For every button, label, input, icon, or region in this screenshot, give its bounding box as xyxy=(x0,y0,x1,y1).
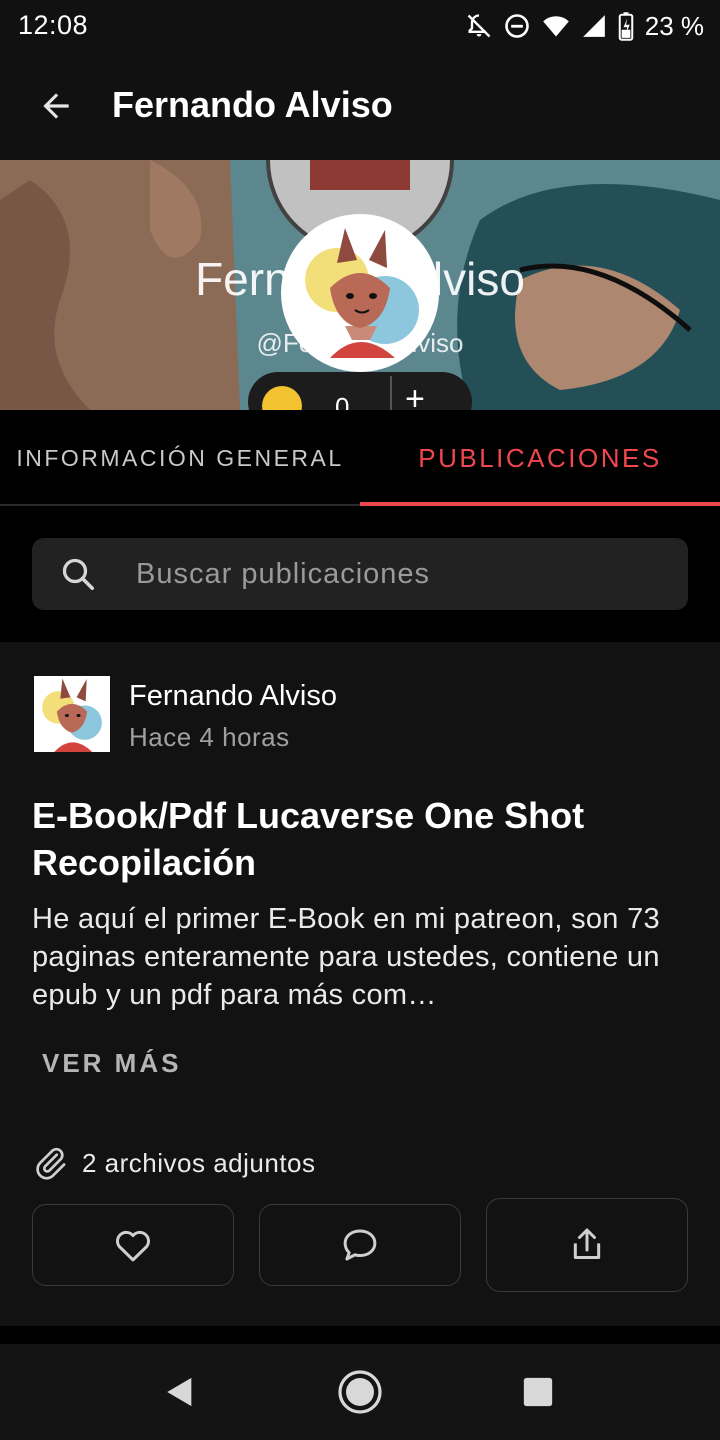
coin-divider xyxy=(390,376,392,410)
fox-avatar-image xyxy=(34,676,110,752)
share-button[interactable] xyxy=(486,1198,688,1292)
system-nav-bar xyxy=(0,1344,720,1440)
search-bar xyxy=(32,538,688,610)
attachments-row[interactable]: 2 archivos adjuntos xyxy=(32,1142,316,1184)
paperclip-icon xyxy=(36,1147,66,1180)
profile-avatar[interactable] xyxy=(281,214,439,372)
see-more-button[interactable]: VER MÁS xyxy=(42,1048,181,1079)
triangle-back-icon xyxy=(167,1377,192,1407)
search-icon xyxy=(62,558,95,591)
signal-icon xyxy=(582,15,605,37)
battery-charging-icon xyxy=(618,12,633,41)
nav-home-button[interactable] xyxy=(330,1364,390,1420)
heart-icon xyxy=(116,1230,150,1262)
comment-icon xyxy=(343,1229,377,1261)
attachments-label: 2 archivos adjuntos xyxy=(82,1147,316,1178)
share-icon xyxy=(573,1228,601,1259)
app-bar: Fernando Alviso xyxy=(0,52,720,160)
circle-home-icon xyxy=(338,1370,382,1414)
post-author-name[interactable]: Fernando Alviso xyxy=(129,680,337,713)
notifications-off-icon xyxy=(467,14,491,38)
square-recents-icon xyxy=(523,1377,553,1407)
post-timestamp: Hace 4 horas xyxy=(129,722,290,752)
nav-back-button[interactable] xyxy=(150,1364,210,1420)
nav-recents-button[interactable] xyxy=(508,1364,568,1420)
post-body: He aquí el primer E-Book en mi patreon, … xyxy=(32,903,660,1011)
arrow-left-icon xyxy=(43,93,69,119)
battery-percent: 23 % xyxy=(644,10,704,41)
status-time: 12:08 xyxy=(18,10,89,40)
back-button[interactable] xyxy=(30,80,82,132)
fox-avatar-image xyxy=(285,218,435,368)
status-bar: 12:08 23 % xyxy=(0,0,720,52)
status-icons: 23 % xyxy=(465,10,704,42)
post-author-avatar[interactable] xyxy=(34,676,110,752)
do-not-disturb-icon xyxy=(504,14,529,38)
tab-bar: INFORMACIÓN GENERAL PUBLICACIONES xyxy=(0,410,720,506)
post-card: Fernando Alviso Hace 4 horas E-Book/Pdf … xyxy=(0,642,720,1326)
wifi-icon xyxy=(542,16,569,37)
tab-general-info[interactable]: INFORMACIÓN GENERAL xyxy=(0,410,360,506)
like-button[interactable] xyxy=(32,1204,234,1286)
tab-posts[interactable]: PUBLICACIONES xyxy=(360,410,720,506)
post-title[interactable]: E-Book/Pdf Lucaverse One Shot Recopilaci… xyxy=(32,792,682,886)
page-title: Fernando Alviso xyxy=(112,84,393,125)
search-input[interactable] xyxy=(136,538,656,610)
active-tab-indicator xyxy=(360,502,720,506)
comment-button[interactable] xyxy=(259,1204,461,1286)
